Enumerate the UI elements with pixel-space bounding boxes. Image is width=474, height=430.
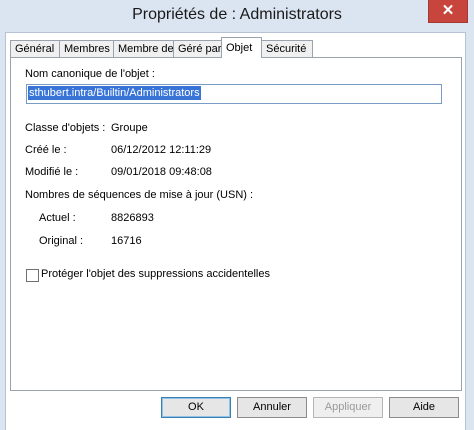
tab-security[interactable]: Sécurité — [261, 40, 313, 57]
usn-original-label: Original : — [39, 235, 84, 247]
tab-managed-by-label: Géré par — [178, 43, 222, 55]
modified-value: 09/01/2018 09:48:08 — [111, 166, 212, 178]
usn-current-value: 8826893 — [111, 212, 154, 224]
tab-security-label: Sécurité — [266, 43, 307, 55]
close-button[interactable]: ✕ — [428, 0, 468, 23]
canonical-name-field[interactable]: sthubert.intra/Builtin/Administrators — [26, 84, 442, 104]
title-bar: Propriétés de : Administrators ✕ — [0, 0, 474, 33]
usn-original-value: 16716 — [111, 235, 142, 247]
tab-general[interactable]: Général — [10, 40, 60, 57]
usn-current-label: Actuel : — [39, 212, 76, 224]
created-value: 06/12/2012 12:11:29 — [111, 144, 212, 156]
tab-member-of[interactable]: Membre de — [113, 40, 174, 57]
cancel-button[interactable]: Annuler — [237, 397, 307, 418]
canonical-name-value: sthubert.intra/Builtin/Administrators — [28, 86, 201, 100]
help-button[interactable]: Aide — [389, 397, 459, 418]
usn-heading: Nombres de séquences de mise à jour (USN… — [25, 189, 254, 201]
tab-members[interactable]: Membres — [59, 40, 114, 57]
properties-dialog: Propriétés de : Administrators ✕ Général… — [0, 0, 474, 430]
tab-member-of-label: Membre de — [118, 43, 174, 55]
tab-managed-by[interactable]: Géré par — [173, 40, 223, 57]
object-class-label: Classe d'objets : — [25, 122, 106, 134]
tab-general-label: Général — [15, 43, 55, 55]
protect-deletion-label[interactable]: Protéger l'objet des suppressions accide… — [41, 268, 270, 280]
modified-label: Modifié le : — [25, 166, 79, 178]
tab-object[interactable]: Objet — [221, 37, 262, 58]
close-icon: ✕ — [441, 2, 455, 19]
tab-members-label: Membres — [64, 43, 110, 55]
object-tab-panel: Nom canonique de l'objet : sthubert.intr… — [10, 57, 462, 391]
tab-object-label: Objet — [226, 42, 253, 54]
protect-deletion-checkbox[interactable] — [26, 269, 39, 282]
ok-button[interactable]: OK — [161, 397, 231, 418]
created-label: Créé le : — [25, 144, 67, 156]
canonical-name-label: Nom canonique de l'objet : — [25, 68, 155, 80]
window-title: Propriétés de : Administrators — [132, 6, 342, 23]
window-border-right — [465, 32, 474, 430]
object-class-value: Groupe — [111, 122, 148, 134]
window-border-left — [0, 32, 6, 430]
apply-button[interactable]: Appliquer — [313, 397, 383, 418]
